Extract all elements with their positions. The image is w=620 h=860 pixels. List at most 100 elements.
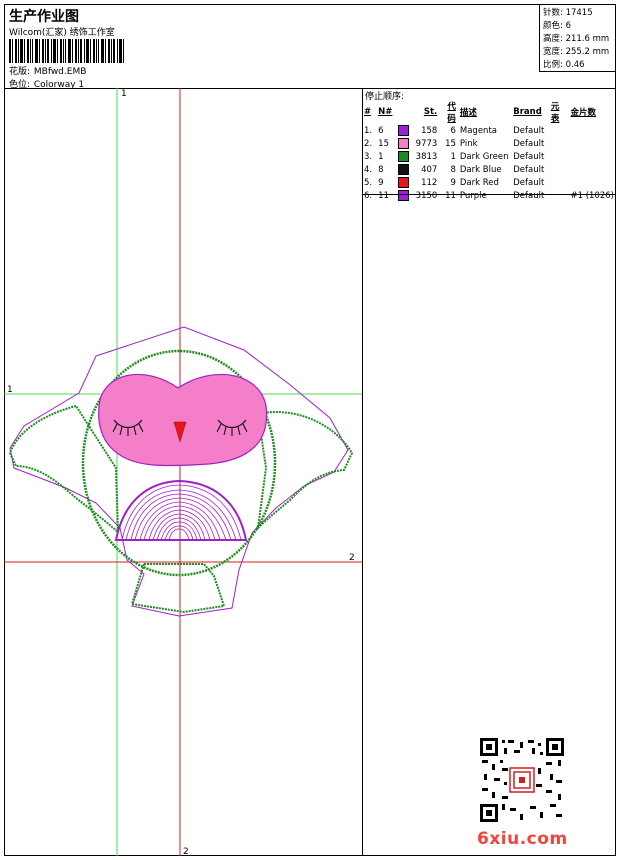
row-num: 2. <box>364 138 373 149</box>
row-stitches: 407 <box>421 164 438 175</box>
row-code: 15 <box>445 138 456 149</box>
file-value: MBfwd.EMB <box>33 67 87 77</box>
table-row: 4. 8 407 8 Dark Blue Default <box>362 163 616 176</box>
row-needle: 1 <box>378 151 384 162</box>
col-code: 代码 <box>447 102 456 124</box>
guide-label-h1: 1 <box>7 385 13 395</box>
color-swatch <box>396 176 411 189</box>
row-needle: 9 <box>378 177 384 188</box>
height-label: 高度: <box>543 34 563 44</box>
row-code: 8 <box>450 164 456 175</box>
row-num: 3. <box>364 151 373 162</box>
table-row: 5. 9 112 9 Dark Red Default <box>362 176 616 189</box>
col-swatch <box>396 100 411 124</box>
row-code: 9 <box>450 177 456 188</box>
height-row: 高度: 211.6 mm <box>543 32 609 44</box>
color-swatch <box>396 189 411 202</box>
row-brand: Default <box>513 125 545 136</box>
color-swatch-box <box>398 151 410 162</box>
width-value: 255.2 mm <box>565 47 610 57</box>
row-stitches: 158 <box>421 125 438 136</box>
row-stitches: 3150 <box>415 190 438 201</box>
col-brand: Brand <box>513 107 542 117</box>
barcode <box>9 39 124 63</box>
watermark: 6xiu.com <box>477 829 568 849</box>
row-description: Purple <box>459 190 487 201</box>
row-brand: Default <box>513 164 545 175</box>
col-num: # <box>364 107 372 117</box>
row-num: 1. <box>364 125 373 136</box>
table-bottom-line <box>362 194 616 195</box>
col-extra1: 元表 <box>550 102 560 124</box>
row-description: Pink <box>459 138 478 149</box>
color-swatch <box>396 137 411 150</box>
row-stitches: 9773 <box>415 138 438 149</box>
guide-label-v2: 2 <box>183 847 189 856</box>
row-extra-empty <box>549 150 569 163</box>
row-brand: Default <box>513 151 545 162</box>
row-needle: 11 <box>378 190 389 201</box>
colors-label: 颜色: <box>543 21 563 31</box>
row-num: 6. <box>364 190 373 201</box>
stitches-row: 针数: 17415 <box>543 6 593 18</box>
color-swatch <box>396 150 411 163</box>
company-name: Wilcom(汇家) 绣饰工作室 <box>9 28 115 38</box>
row-needle: 15 <box>378 138 389 149</box>
row-brand: Default <box>513 138 545 149</box>
design-canvas: 1 1 2 2 <box>4 88 362 856</box>
belly <box>114 479 248 541</box>
row-brand: Default <box>513 190 545 201</box>
file-label: 花版: <box>9 67 31 77</box>
width-label: 宽度: <box>543 47 563 57</box>
color-swatch <box>396 124 411 137</box>
row-description: Dark Blue <box>459 164 502 175</box>
colors-value: 6 <box>565 21 571 31</box>
table-row: 1. 6 158 6 Magenta Default <box>362 124 616 137</box>
row-extra-empty <box>549 176 569 189</box>
table-row: 2. 15 9773 15 Pink Default <box>362 137 616 150</box>
height-value: 211.6 mm <box>565 34 610 44</box>
row-code: 1 <box>450 151 456 162</box>
row-extra <box>569 124 617 137</box>
color-swatch-box <box>398 164 410 175</box>
scale-label: 比例: <box>543 60 563 70</box>
guide-label-h2: 2 <box>349 553 355 563</box>
color-swatch-box <box>398 138 410 149</box>
row-description: Dark Green <box>459 151 509 162</box>
row-code: 6 <box>450 125 456 136</box>
row-description: Dark Red <box>459 177 499 188</box>
row-brand: Default <box>513 177 545 188</box>
qr-code <box>480 738 564 822</box>
col-n: N# <box>378 107 393 117</box>
row-description: Magenta <box>459 125 497 136</box>
file-name-row: 花版: MBfwd.EMB <box>9 64 86 77</box>
row-code: 11 <box>445 190 456 201</box>
specs-box: 针数: 17415 颜色: 6 高度: 211.6 mm 宽度: 255.2 m… <box>539 4 616 72</box>
vertical-divider <box>362 88 363 856</box>
col-extra2: 金片数 <box>570 108 597 118</box>
outer-boundary <box>9 326 349 617</box>
stop-sequence-table: # N# St. 代码 描述 Brand 元表 金片数 1. 6 158 6 Magen… <box>362 100 616 202</box>
width-row: 宽度: 255.2 mm <box>543 45 609 57</box>
owl-design: 1 1 2 2 <box>4 88 362 856</box>
row-needle: 8 <box>378 164 384 175</box>
color-swatch-box <box>398 190 410 201</box>
table-row: 3. 1 3813 1 Dark Green Default <box>362 150 616 163</box>
owl-face <box>98 373 268 467</box>
header: 生产作业图 Wilcom(汇家) 绣饰工作室 花版: MBfwd.EMB 色位:… <box>4 4 616 90</box>
row-needle: 6 <box>378 125 384 136</box>
row-extra-empty <box>549 124 569 137</box>
right-wing <box>256 411 354 531</box>
stitches-label: 针数: <box>543 8 563 18</box>
colors-row: 颜色: 6 <box>543 19 571 31</box>
row-extra-empty <box>549 163 569 176</box>
row-extra <box>569 176 617 189</box>
page-title: 生产作业图 <box>9 9 79 25</box>
col-desc: 描述 <box>459 108 477 118</box>
color-swatch <box>396 163 411 176</box>
row-stitches: 3813 <box>415 151 438 162</box>
row-stitches: 112 <box>421 177 438 188</box>
col-st: St. <box>423 107 438 117</box>
row-num: 4. <box>364 164 373 175</box>
scale-value: 0.46 <box>565 60 585 70</box>
